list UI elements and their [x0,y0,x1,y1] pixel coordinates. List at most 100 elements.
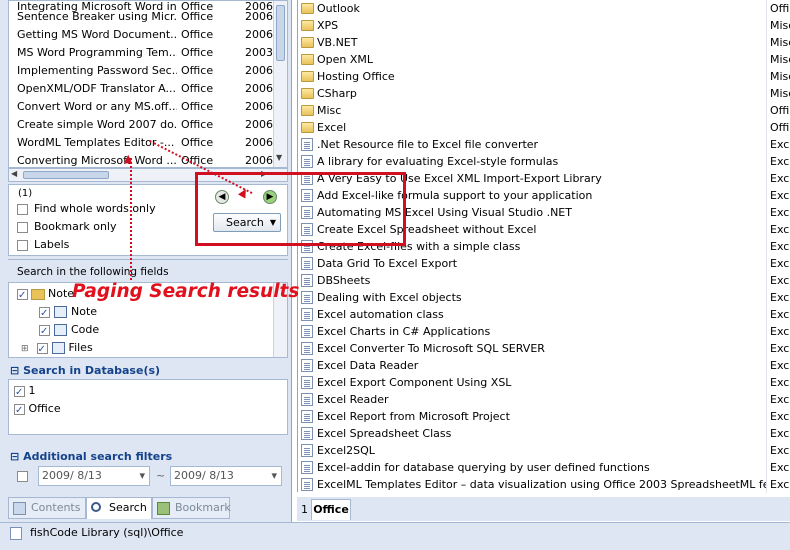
list-item[interactable]: Excel Charts in C# ApplicationsExce [298,323,790,340]
option-find-whole-words[interactable]: Find whole words only [17,201,156,217]
fields-title: Search in the following fields [17,266,169,278]
tree-node-root[interactable]: Note [17,285,74,305]
checkbox[interactable] [17,203,28,215]
table-row[interactable]: Sentence Breaker using Micr... Office 2006 [9,8,287,26]
folder-icon [301,88,314,99]
contents-icon [13,502,26,515]
code-icon [54,324,67,336]
document-icon [301,138,313,151]
date-range-separator: ~ [156,469,166,482]
folder-icon [301,122,314,133]
files-icon [51,342,65,354]
splitter[interactable] [8,259,288,260]
folder-row[interactable]: CSharpMisc [298,85,790,102]
file-list-panel[interactable]: OutlookOffiXPSMiscVB.NETMiscOpen XMLMisc… [297,0,790,493]
document-icon [301,393,313,406]
highlight-box [195,172,406,246]
list-item[interactable]: Excel-addin for database querying by use… [298,459,790,476]
database-item[interactable]: Office [14,400,61,420]
checkbox[interactable] [36,341,48,359]
document-icon [301,461,313,474]
document-icon [301,410,313,423]
folder-row[interactable]: Hosting OfficeMisc [298,68,790,85]
list-item[interactable]: Excel Converter To Microsoft SQL SERVER E… [298,340,790,357]
folder-row[interactable]: Misc Offi [298,102,790,119]
list-item[interactable]: Excel2SQLExce [298,442,790,459]
list-item[interactable]: Excel Spreadsheet ClassExce [298,425,790,442]
table-row[interactable]: Implementing Password Sec... Office 2006 [9,62,287,80]
tree-node-code[interactable]: Code [39,321,99,341]
table-row[interactable]: Convert Word or any MS.off... Office 2006 [9,98,287,116]
database-list[interactable]: 1 Office [8,379,288,435]
list-item[interactable]: Excel Data ReaderExce [298,357,790,374]
list-item[interactable]: Excel automation classExce [298,306,790,323]
database-section-title[interactable]: ⊟ Search in Database(s) [10,364,160,377]
search-results-list[interactable]: Integrating Microsoft Word in ... Office 2… [8,0,288,168]
folder-row[interactable]: VB.NETMisc [298,34,790,51]
scroll-thumb[interactable] [276,5,285,61]
document-icon [301,359,313,372]
tab-office[interactable]: Office [311,499,351,520]
table-row[interactable]: MS Word Programming Tem... Office 2003 [9,44,287,62]
list-item[interactable]: ExcelML Templates Editor – data visualiz… [298,476,790,493]
result-count: (1) [18,188,33,199]
search-icon [91,502,101,512]
list-item[interactable]: .Net Resource file to Excel file convert… [298,136,790,153]
tab-contents[interactable]: Contents [8,497,86,519]
left-panel: Integrating Microsoft Word in ... Office 2… [0,0,292,522]
folder-row[interactable]: XPSMisc [298,17,790,34]
option-labels[interactable]: Labels [17,237,69,253]
list-item[interactable]: Excel Report from Microsoft ProjectExce [298,408,790,425]
checkbox[interactable] [17,287,28,305]
list-item[interactable]: Excel Export Component Using XSLExce [298,374,790,391]
list-item[interactable]: Dealing with Excel objectsExce [298,289,790,306]
tree-node-note[interactable]: Note [39,303,97,323]
folder-row[interactable]: Outlook Offi [298,0,790,17]
folder-icon [301,3,314,14]
date-filter-checkbox[interactable] [17,469,28,482]
date-from-field[interactable]: 2009/ 8/13 ▾ [38,466,150,486]
document-icon [301,342,313,355]
checkbox[interactable] [17,221,28,233]
results-vertical-scrollbar[interactable]: ▼ [273,1,287,167]
checkbox[interactable] [14,384,25,402]
list-item[interactable]: Data Grid To Excel ExportExce [298,255,790,272]
folder-row[interactable]: Excel Offi [298,119,790,136]
checkbox[interactable] [39,323,50,341]
table-row[interactable]: Create simple Word 2007 do... Office 2006 [9,116,287,134]
filters-section-title[interactable]: ⊟ Additional search filters [10,450,172,463]
scroll-thumb[interactable] [23,171,109,179]
expand-icon[interactable]: ⊞ [21,344,29,354]
checkbox[interactable] [39,305,50,323]
database-item[interactable]: 1 [14,382,36,402]
table-row[interactable]: Getting MS Word Document... Office 2006 [9,26,287,44]
scroll-down-icon[interactable]: ▼ [276,153,282,162]
collapse-icon[interactable]: ⊟ [10,364,19,377]
table-row[interactable]: WordML Templates Editor -... Office 2006 [9,134,287,152]
document-icon [301,478,313,491]
tab-bookmark[interactable]: Bookmark [152,497,231,519]
collapse-icon[interactable]: ⊟ [10,450,19,463]
folder-icon [301,20,314,31]
folder-icon [301,37,314,48]
list-item[interactable]: A library for evaluating Excel-style for… [298,153,790,170]
checkbox[interactable] [17,239,28,251]
checkbox[interactable] [14,402,25,420]
document-icon [301,257,313,270]
list-item[interactable]: DBSheetsExce [298,272,790,289]
tree-node-files[interactable]: ⊞Files [21,339,93,359]
date-to-field[interactable]: 2009/ 8/13 ▾ [170,466,282,486]
document-icon [301,155,313,168]
table-row[interactable]: Converting Microsoft Word ... Office 2006 [9,152,287,167]
folder-row[interactable]: Open XMLMisc [298,51,790,68]
calendar-icon[interactable]: ▾ [271,467,277,485]
tab-search[interactable]: Search [86,497,152,519]
scroll-left-icon[interactable]: ◀ [11,169,17,178]
tab-1[interactable]: 1 [301,501,308,519]
document-icon [301,444,313,457]
left-tabs: Contents Search Bookmark [8,497,292,519]
calendar-icon[interactable]: ▾ [139,467,145,485]
table-row[interactable]: OpenXML/ODF Translator A... Office 2006 [9,80,287,98]
option-bookmark-only[interactable]: Bookmark only [17,219,117,235]
list-item[interactable]: Excel ReaderExce [298,391,790,408]
